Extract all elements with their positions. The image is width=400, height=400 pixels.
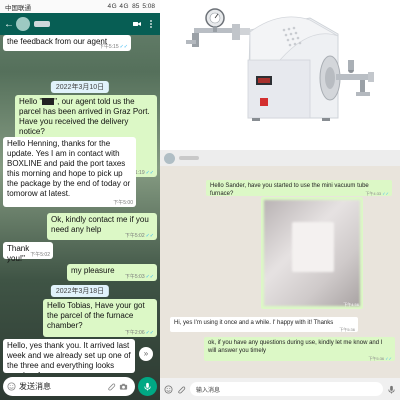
chat-header: ←: [0, 13, 160, 35]
paperclip-icon[interactable]: [107, 382, 116, 391]
message-incoming: Thank you!" 下午5:02: [3, 242, 53, 263]
message-incoming: the feedback from our agent 下午5:15✓✓: [3, 35, 131, 51]
message-input-placeholder: 输入消息: [196, 387, 221, 394]
message-incoming: Hello Henning, thanks for the update. Ye…: [3, 137, 136, 207]
furnace-product-photo: [160, 0, 400, 150]
phone-chat-screenshot: 中国联通 4G 4G 85 5:08 ← the feedback from o…: [0, 0, 160, 400]
mic-icon[interactable]: [138, 377, 157, 396]
camera-icon[interactable]: [119, 382, 128, 391]
more-icon[interactable]: [146, 19, 156, 29]
composer: 发送消息: [0, 373, 160, 400]
avatar-icon[interactable]: [16, 17, 30, 31]
message-outgoing: Hello Tobias, Have your got the parcel o…: [43, 299, 157, 337]
message-outgoing: my pleasure 下午5:03✓✓: [67, 264, 157, 281]
message-list[interactable]: the feedback from our agent 下午5:15✓✓ 202…: [0, 35, 160, 373]
date-separator: 2022年3月18日: [50, 285, 110, 297]
carrier-label: 中国联通: [5, 4, 31, 12]
message-input[interactable]: 发送消息: [3, 377, 135, 396]
clock: 5:08: [142, 3, 155, 10]
contact-name-redacted[interactable]: [179, 156, 199, 160]
message-input[interactable]: 输入消息: [190, 382, 383, 396]
composer: 输入消息: [160, 378, 400, 400]
message-incoming: Hi, yes I'm using it once and a while. I…: [170, 317, 358, 332]
chevrons-down-icon[interactable]: »: [139, 347, 153, 361]
message-input-placeholder: 发送消息: [19, 382, 51, 391]
message-outgoing: Hello Sander, have you started to use th…: [206, 180, 392, 197]
message-incoming: Hello, yes thank you. It arrived last we…: [3, 339, 135, 373]
mic-icon[interactable]: [387, 385, 396, 394]
signal-indicator: 4G 4G: [107, 3, 130, 10]
redacted-name: [42, 98, 55, 106]
image-message[interactable]: 下午4:56: [261, 197, 363, 309]
paperclip-icon[interactable]: [177, 385, 186, 394]
desktop-chat-screenshot: Hello Sander, have you started to use th…: [160, 150, 400, 400]
chat-header: [160, 150, 400, 166]
status-bar: 中国联通 4G 4G 85 5:08: [0, 0, 160, 13]
battery-level: 85: [132, 3, 140, 10]
contact-name-redacted[interactable]: [34, 21, 50, 27]
emoji-icon[interactable]: [164, 384, 173, 394]
video-icon[interactable]: [132, 19, 142, 29]
blurred-photo[interactable]: [264, 200, 360, 306]
date-separator: 2022年3月10日: [50, 81, 110, 93]
message-outgoing: Ok, kindly contact me if you need any he…: [47, 213, 157, 240]
avatar-icon[interactable]: [164, 152, 175, 164]
message-outgoing: ok, if you have any questions during use…: [204, 337, 395, 361]
emoji-icon[interactable]: [7, 382, 16, 391]
tube-furnace-illustration: [186, 8, 374, 121]
arrow-left-icon[interactable]: ←: [4, 19, 14, 30]
